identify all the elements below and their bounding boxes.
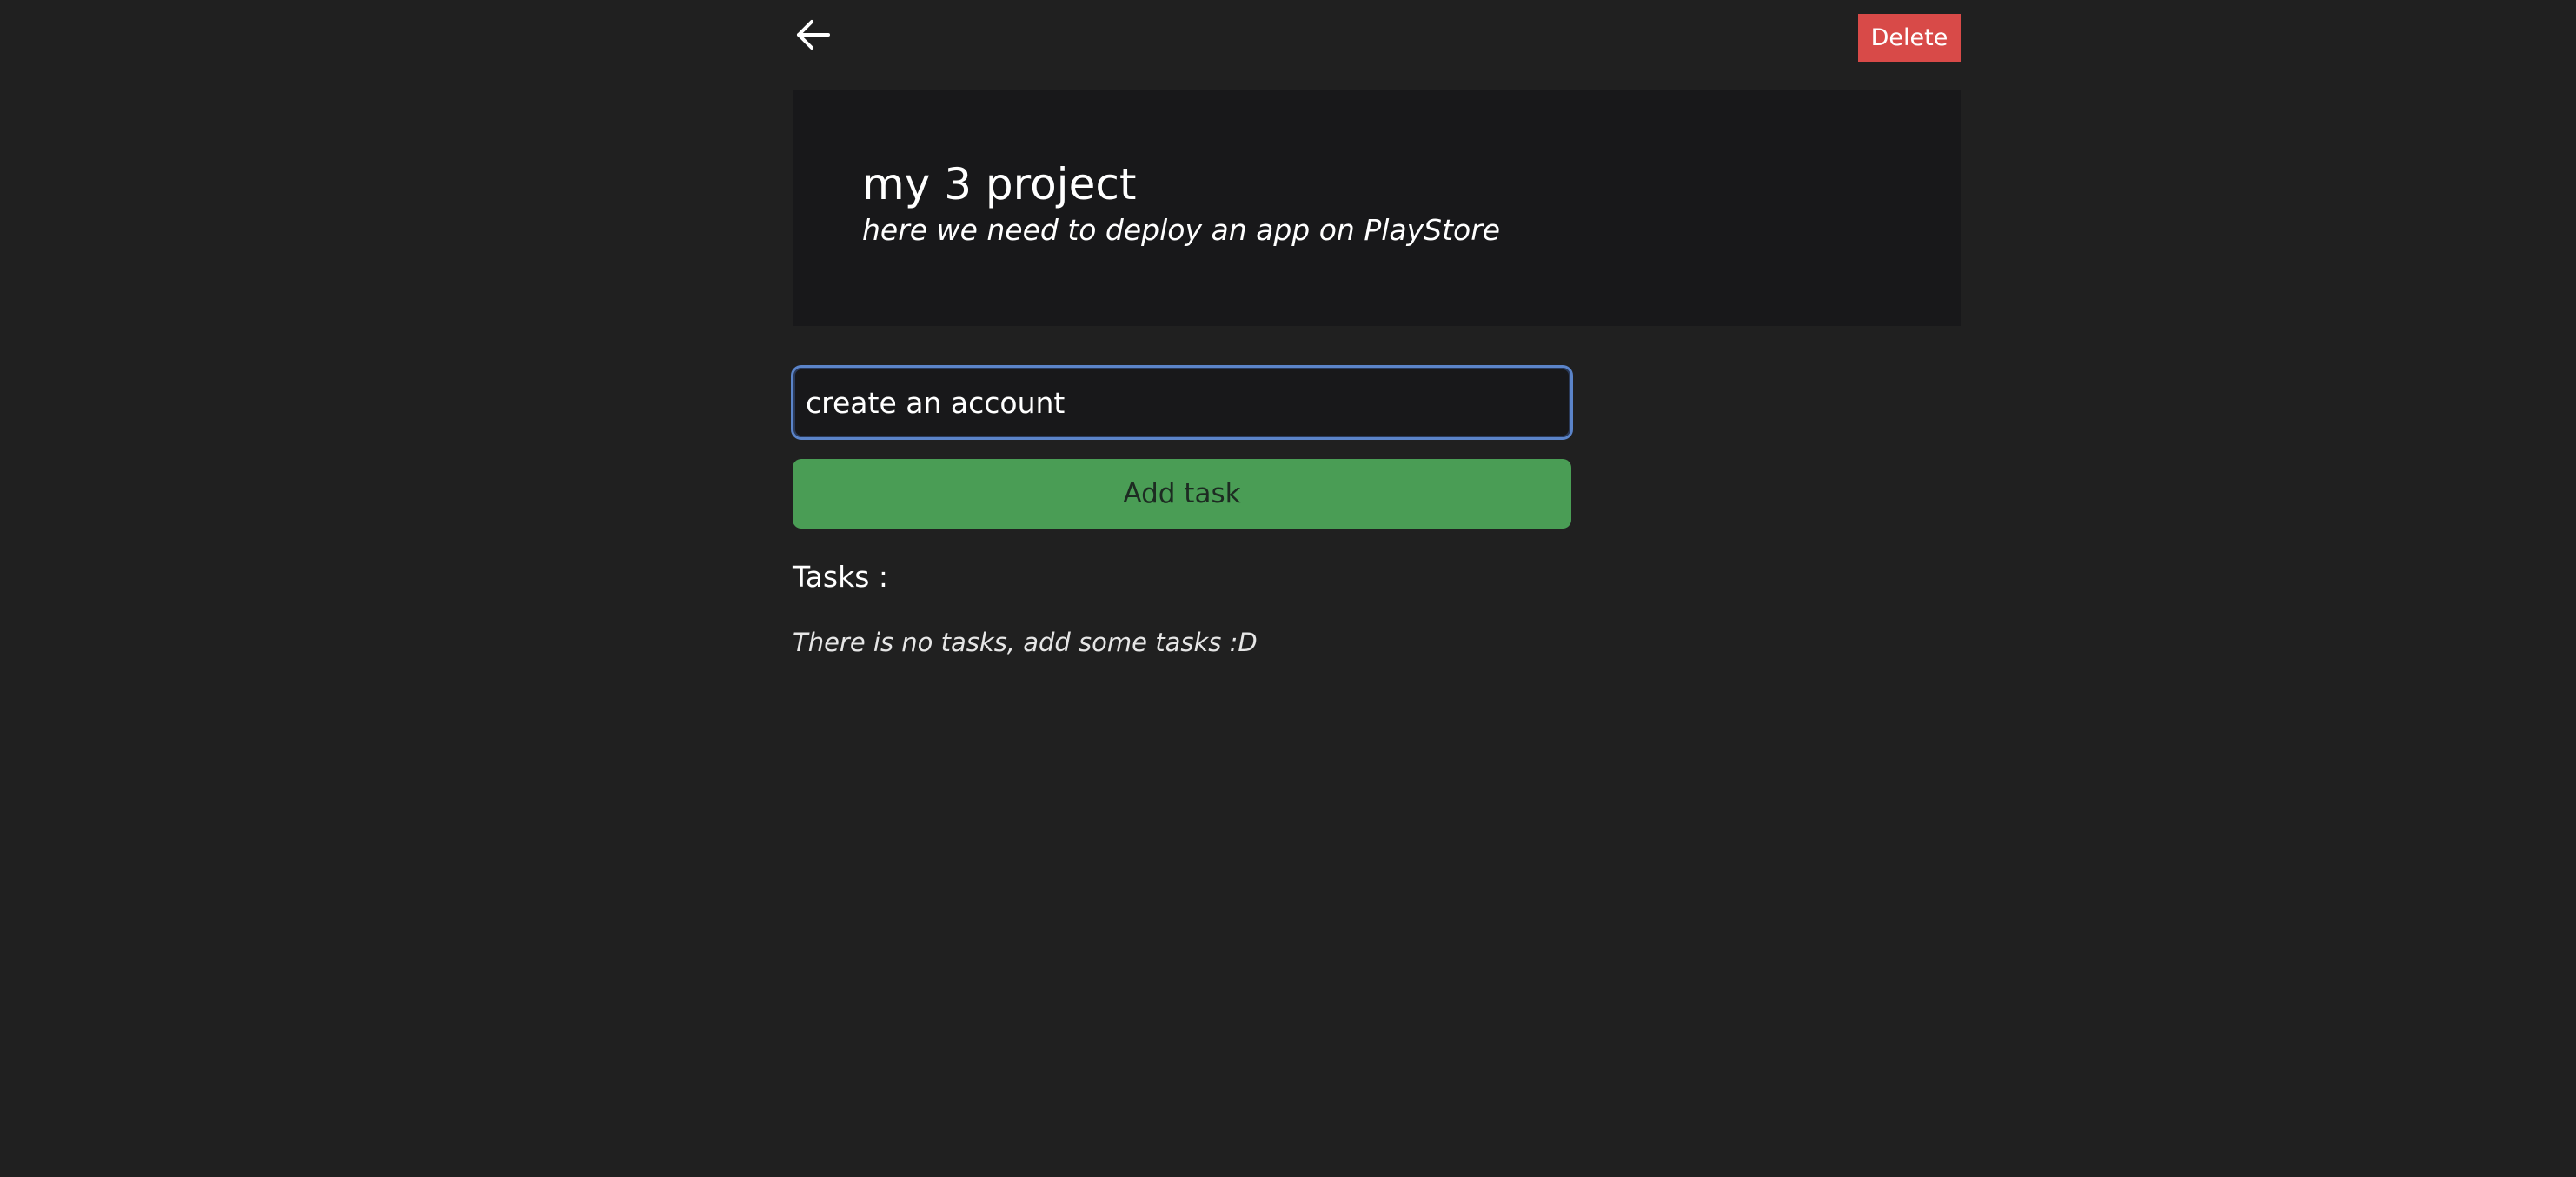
- project-description: here we need to deploy an app on PlaySto…: [862, 213, 1501, 247]
- back-button[interactable]: [791, 16, 836, 54]
- project-page: Delete my 3 project here we need to depl…: [0, 0, 2576, 1177]
- empty-tasks-message: There is no tasks, add some tasks :D: [793, 628, 1258, 657]
- task-input-container: [791, 365, 1573, 440]
- add-task-button[interactable]: Add task: [793, 459, 1571, 529]
- delete-button[interactable]: Delete: [1858, 14, 1961, 62]
- tasks-heading: Tasks :: [793, 560, 889, 594]
- project-card: my 3 project here we need to deploy an a…: [793, 90, 1961, 326]
- arrow-left-icon: [795, 17, 832, 52]
- project-title: my 3 project: [862, 159, 1137, 209]
- task-input[interactable]: [793, 368, 1570, 437]
